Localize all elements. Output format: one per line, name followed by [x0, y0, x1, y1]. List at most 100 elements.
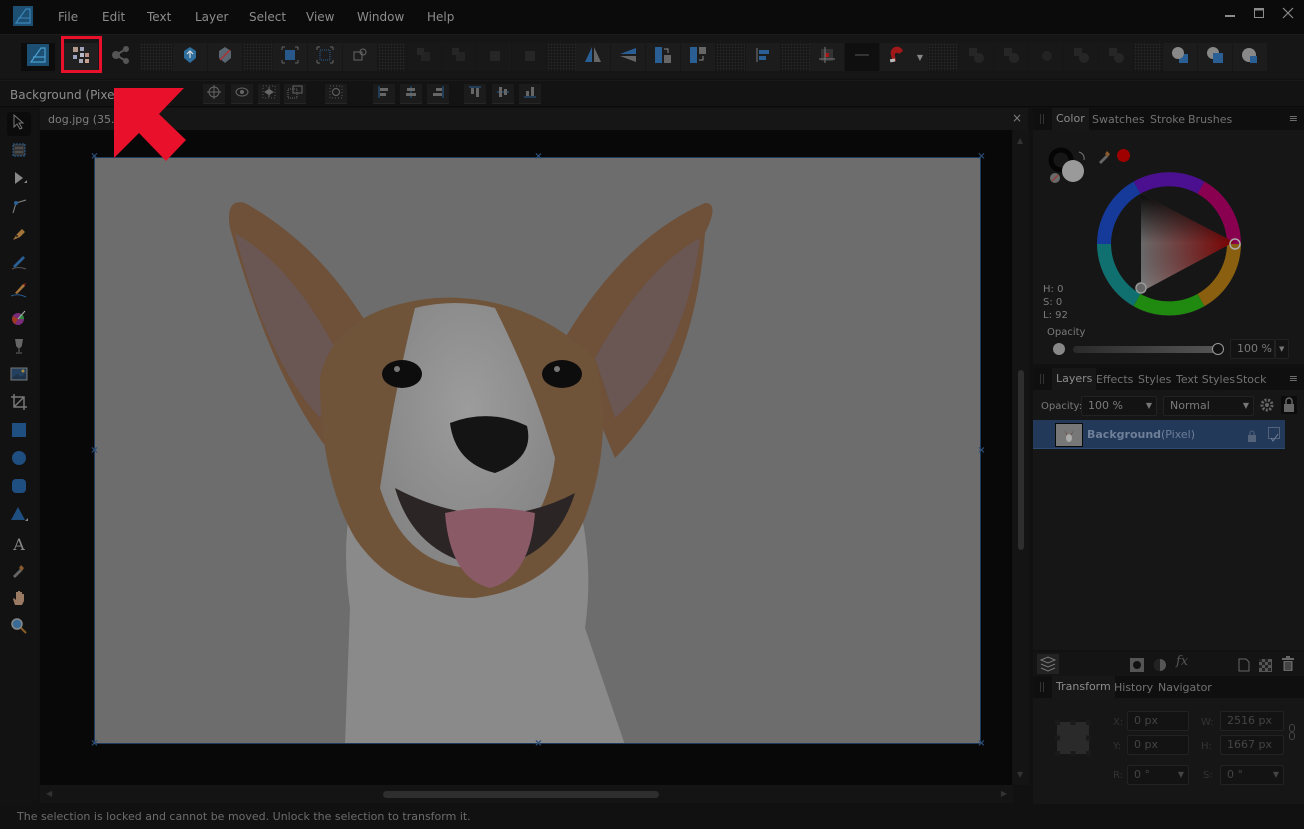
selection-handle[interactable]: × [977, 739, 986, 749]
anchor-point-selector[interactable] [1055, 720, 1091, 760]
fill-stroke-swatch[interactable] [1047, 146, 1093, 186]
snapping-grid-button[interactable] [810, 43, 844, 71]
blend-mode-select[interactable]: Normal ▼ [1163, 396, 1254, 416]
opacity-value-field[interactable]: 100 % [1230, 339, 1275, 359]
canvas[interactable]: × × × × × × × × [40, 130, 1012, 785]
menu-select[interactable]: Select [249, 10, 286, 24]
adjustment-icon[interactable] [1153, 657, 1167, 676]
layer-opacity-field[interactable]: 100 % ▼ [1081, 396, 1157, 416]
rotate-button[interactable] [325, 84, 347, 104]
flip-vertical-button[interactable] [611, 43, 645, 71]
layer-row-background[interactable]: Background (Pixel) [1033, 420, 1285, 449]
shear-field[interactable]: 0 ° ▼ [1220, 765, 1284, 785]
eyedropper-icon[interactable] [1097, 148, 1113, 168]
new-layer-icon[interactable] [1238, 657, 1250, 676]
snapping-dropdown[interactable]: ▼ [912, 43, 928, 71]
selection-handle[interactable]: × [90, 446, 99, 456]
tab-color[interactable]: Color [1052, 108, 1089, 130]
photo-persona-button[interactable] [21, 43, 55, 71]
align-left-button[interactable] [373, 84, 395, 104]
transform-selection-button[interactable] [343, 43, 377, 71]
color-picker-tool[interactable] [7, 560, 31, 584]
rectangle-tool[interactable] [7, 420, 31, 444]
dog-image[interactable] [94, 157, 981, 744]
transform-button[interactable] [284, 84, 306, 104]
selection-handle[interactable]: × [534, 152, 543, 162]
flip-horizontal-button[interactable] [576, 43, 610, 71]
zoom-tool[interactable] [7, 616, 31, 640]
menu-help[interactable]: Help [427, 10, 454, 24]
menu-window[interactable]: Window [357, 10, 404, 24]
align-center-button[interactable] [400, 84, 422, 104]
minimize-icon[interactable] [1220, 6, 1240, 26]
link-aspect-icon[interactable] [1289, 724, 1295, 744]
arrange-back-button[interactable] [407, 43, 441, 71]
export-persona-button[interactable] [104, 43, 138, 71]
arrange-backward-button[interactable] [442, 43, 476, 71]
refine-selection-button[interactable] [308, 43, 342, 71]
x-field[interactable]: 0 px [1127, 711, 1189, 731]
add-button[interactable] [959, 43, 993, 71]
panel-menu-icon[interactable]: ≡ [1289, 112, 1298, 125]
panel-grip-icon[interactable] [1040, 374, 1044, 384]
selection-handle[interactable]: × [90, 152, 99, 162]
tab-history[interactable]: History [1114, 681, 1153, 694]
pencil-tool[interactable] [7, 252, 31, 276]
insert-behind-button[interactable] [1163, 43, 1197, 71]
panel-grip-icon[interactable] [1040, 682, 1044, 692]
menu-file[interactable]: File [58, 10, 78, 24]
vector-brush-tool[interactable] [7, 280, 31, 304]
panel-menu-icon[interactable]: ≡ [1289, 372, 1298, 385]
combine-button[interactable] [1099, 43, 1133, 71]
no-assistant-button[interactable] [208, 43, 242, 71]
horizontal-scrollbar[interactable]: ◀ ▶ [40, 785, 1013, 803]
scroll-up-icon[interactable]: ▲ [1017, 136, 1023, 145]
tab-swatches[interactable]: Swatches [1092, 113, 1145, 126]
scroll-right-icon[interactable]: ▶ [1001, 789, 1007, 798]
selection-handle[interactable]: × [90, 739, 99, 749]
tab-layers[interactable]: Layers [1052, 368, 1097, 390]
ellipse-tool[interactable] [7, 448, 31, 472]
height-field[interactable]: 1667 px [1220, 735, 1284, 755]
vertical-scrollbar[interactable]: ▲ ▼ [1013, 130, 1029, 785]
tab-stroke[interactable]: Stroke [1150, 113, 1185, 126]
opacity-dropdown[interactable]: ▼ [1275, 339, 1289, 359]
tab-text-styles[interactable]: Text Styles [1176, 373, 1235, 386]
text-tool[interactable]: A [7, 532, 31, 556]
opacity-slider[interactable] [1073, 343, 1224, 355]
rounded-rectangle-tool[interactable] [7, 476, 31, 500]
layer-visibility-checkbox[interactable] [1268, 427, 1280, 442]
divide-button[interactable] [1064, 43, 1098, 71]
arrange-front-button[interactable] [512, 43, 546, 71]
selection-handle[interactable]: × [534, 739, 543, 749]
layers-stack-icon[interactable] [1037, 654, 1059, 674]
quick-mask-select-button[interactable] [273, 43, 307, 71]
artboard-tool[interactable] [7, 140, 31, 164]
insert-inside-button[interactable] [1198, 43, 1232, 71]
y-field[interactable]: 0 px [1127, 735, 1189, 755]
tab-transform[interactable]: Transform [1052, 676, 1115, 698]
subtract-button[interactable] [994, 43, 1028, 71]
vertical-scroll-thumb[interactable] [1018, 370, 1024, 550]
menu-text[interactable]: Text [147, 10, 171, 24]
layer-lock-icon[interactable] [1281, 396, 1297, 414]
selection-handle[interactable]: × [977, 152, 986, 162]
snapping-disabled-button[interactable] [845, 43, 879, 71]
layer-settings-gear-icon[interactable] [1259, 397, 1275, 417]
opacity-slider-knob[interactable] [1212, 343, 1224, 355]
width-field[interactable]: 2516 px [1220, 711, 1284, 731]
selection-handle[interactable]: × [977, 446, 986, 456]
horizontal-scroll-thumb[interactable] [383, 791, 659, 798]
triangle-tool[interactable] [7, 504, 31, 528]
move-tool[interactable] [7, 112, 31, 136]
hand-tool[interactable] [7, 588, 31, 612]
snapping-magnet-button[interactable] [880, 43, 914, 71]
align-right-button[interactable] [427, 84, 449, 104]
transparency-tool[interactable] [7, 336, 31, 360]
panel-grip-icon[interactable] [1040, 114, 1044, 124]
rotate-left-button[interactable] [646, 43, 680, 71]
eye-button[interactable] [231, 84, 253, 104]
crop-tool[interactable] [7, 392, 31, 416]
trash-icon[interactable] [1282, 656, 1294, 675]
align-middle-button[interactable] [492, 84, 514, 104]
